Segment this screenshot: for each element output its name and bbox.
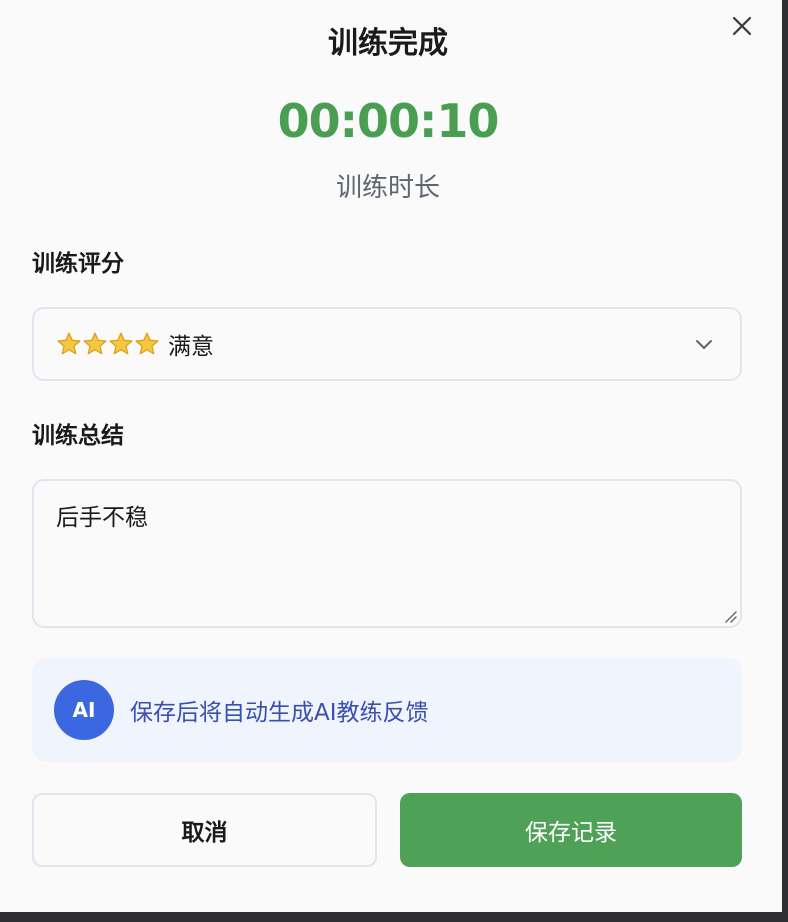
- summary-textarea[interactable]: 后手不稳: [32, 479, 742, 628]
- ai-badge: AI: [54, 680, 114, 740]
- cancel-button[interactable]: 取消: [32, 793, 377, 867]
- ai-feedback-notice: AI 保存后将自动生成AI教练反馈: [32, 658, 742, 762]
- save-record-button[interactable]: 保存记录: [400, 793, 742, 867]
- training-complete-dialog: 训练完成 00:00:10 训练时长 训练评分 满意 训练总结 后手不稳 AI …: [0, 0, 782, 912]
- window-edge-bottom: [0, 912, 788, 922]
- chevron-down-icon: [696, 340, 712, 349]
- resize-handle-icon[interactable]: [722, 608, 738, 624]
- dialog-title: 训练完成: [328, 26, 448, 61]
- star-icon: [83, 332, 107, 355]
- window-edge-right: [782, 0, 788, 922]
- rating-stars: [56, 331, 160, 357]
- summary-label: 训练总结: [32, 423, 124, 449]
- rating-select[interactable]: 满意: [32, 307, 742, 381]
- ai-notice-text: 保存后将自动生成AI教练反馈: [130, 700, 429, 726]
- star-icon: [135, 332, 159, 355]
- duration-timer: 00:00:10: [277, 94, 500, 148]
- rating-label: 训练评分: [32, 251, 124, 277]
- star-icon: [57, 332, 81, 355]
- duration-label: 训练时长: [335, 173, 440, 203]
- star-icon: [109, 332, 133, 355]
- summary-text: 后手不稳: [56, 505, 148, 531]
- rating-selected-value: 满意: [168, 334, 214, 360]
